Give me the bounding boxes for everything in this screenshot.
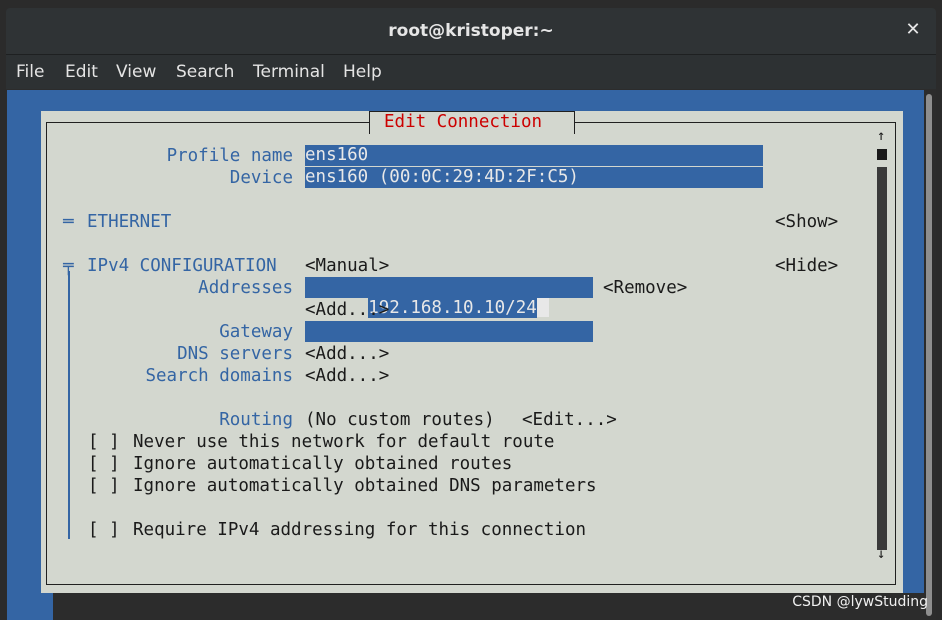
window-titlebar: root@kristoper:~ ✕ <box>6 8 936 55</box>
add-address-button[interactable]: <Add...> <box>305 299 389 321</box>
terminal-scrollbar-thumb[interactable] <box>926 94 932 616</box>
profile-name-label: Profile name <box>166 146 293 166</box>
checkbox-label: Require IPv4 addressing for this connect… <box>133 520 587 540</box>
address-value: 192.168.10.10/24 <box>368 298 537 318</box>
terminal-area[interactable]: Edit Connection Profile name ens160 Devi… <box>6 89 936 620</box>
dialog-scrollbar-track[interactable] <box>877 167 887 550</box>
ethernet-show-button[interactable]: <Show> <box>775 211 838 233</box>
gateway-input[interactable] <box>305 321 593 342</box>
ethernet-section-label: ETHERNET <box>87 212 172 232</box>
ipv4-section-line <box>68 271 70 539</box>
dns-servers-label: DNS servers <box>177 344 293 364</box>
device-label: Device <box>229 168 293 188</box>
ethernet-marker-icon: ═ <box>63 212 74 232</box>
addresses-label: Addresses <box>198 278 293 298</box>
remove-address-button[interactable]: <Remove> <box>603 277 687 299</box>
profile-name-input[interactable]: ens160 <box>305 145 763 166</box>
menu-file[interactable]: File <box>16 62 44 82</box>
ipv4-mode-dropdown[interactable]: <Manual> <box>305 255 389 277</box>
dns-add-button[interactable]: <Add...> <box>305 343 389 365</box>
watermark: CSDN @lywStuding <box>792 594 928 610</box>
ipv4-hide-button[interactable]: <Hide> <box>775 255 838 277</box>
search-domains-label: Search domains <box>145 366 293 386</box>
checkbox-ignore-dns[interactable]: [ ] <box>88 475 120 497</box>
dialog-title: Edit Connection <box>384 112 543 132</box>
dialog-scrollbar-thumb[interactable] <box>877 149 887 160</box>
checkbox-ignore-routes[interactable]: [ ] <box>88 453 120 475</box>
menu-edit[interactable]: Edit <box>65 62 98 82</box>
window-title: root@kristoper:~ <box>388 21 554 41</box>
scroll-down-arrow-icon[interactable]: ↓ <box>877 543 885 565</box>
checkbox-never-default-route[interactable]: [ ] <box>88 431 120 453</box>
search-domains-add-button[interactable]: <Add...> <box>305 365 389 387</box>
edit-connection-dialog: Edit Connection Profile name ens160 Devi… <box>41 111 903 593</box>
address-input[interactable]: 192.168.10.10/24 <box>305 277 593 318</box>
checkbox-require-ipv4[interactable]: [ ] <box>88 519 120 541</box>
checkbox-label: Ignore automatically obtained routes <box>133 454 513 474</box>
checkbox-label: Ignore automatically obtained DNS parame… <box>133 476 597 496</box>
routing-edit-button[interactable]: <Edit...> <box>522 409 617 431</box>
checkbox-label: Never use this network for default route <box>133 432 555 452</box>
scroll-up-arrow-icon[interactable]: ↑ <box>877 125 885 147</box>
terminal-scrollbar[interactable] <box>924 89 936 620</box>
menu-help[interactable]: Help <box>343 62 382 82</box>
menu-terminal[interactable]: Terminal <box>253 62 325 82</box>
device-input[interactable]: ens160 (00:0C:29:4D:2F:C5) <box>305 167 763 188</box>
gateway-label: Gateway <box>219 322 293 342</box>
routing-value: (No custom routes) <box>305 410 495 430</box>
menu-search[interactable]: Search <box>176 62 234 82</box>
text-cursor <box>536 298 549 317</box>
routing-label: Routing <box>219 410 293 430</box>
menu-view[interactable]: View <box>116 62 156 82</box>
menu-bar: File Edit View Search Terminal Help <box>6 55 936 89</box>
close-icon[interactable]: ✕ <box>902 19 924 41</box>
ipv4-section-label: IPv4 CONFIGURATION <box>87 256 277 276</box>
dialog-title-box: Edit Connection <box>369 111 575 135</box>
